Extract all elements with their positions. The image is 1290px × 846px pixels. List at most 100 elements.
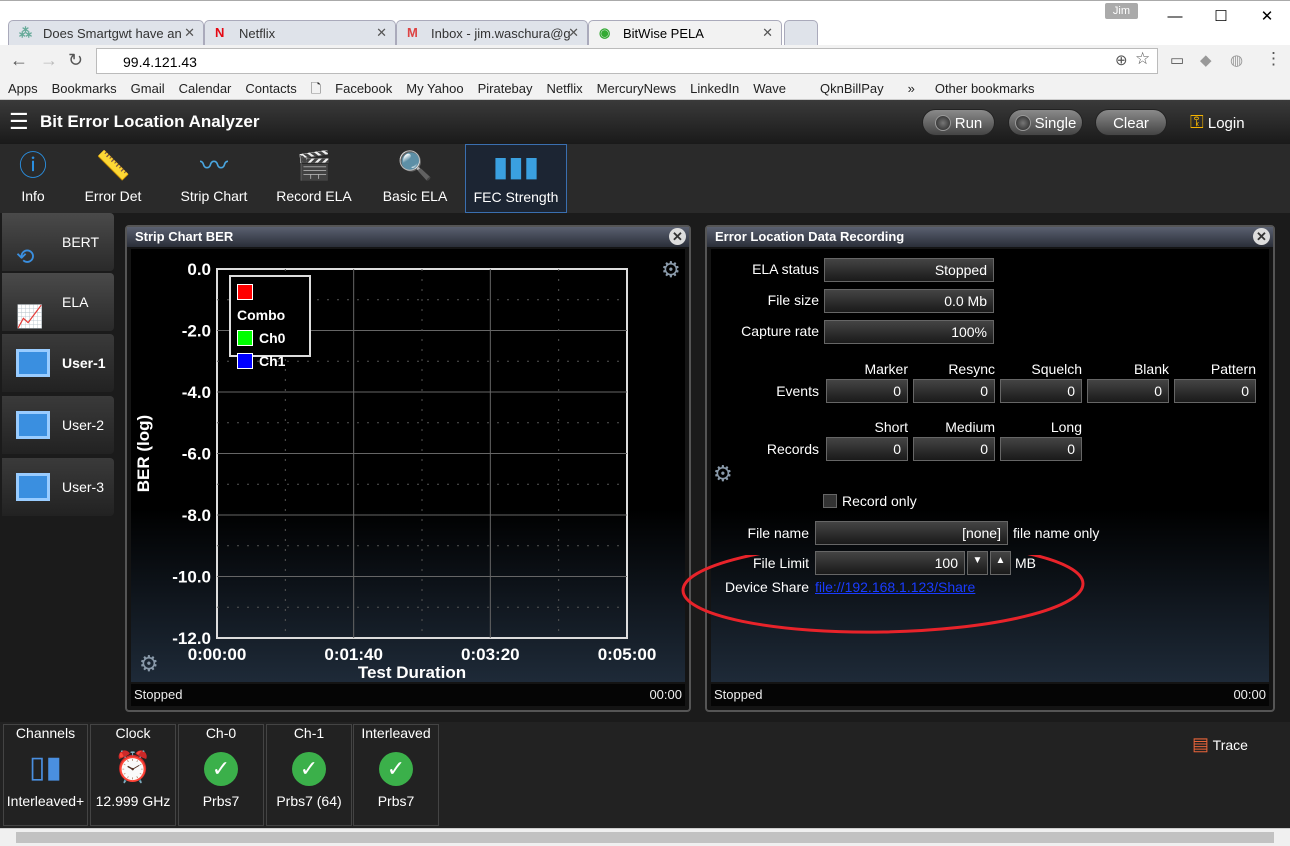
back-icon[interactable]: ← (10, 50, 28, 71)
legend-swatch (237, 330, 253, 346)
bookmark[interactable]: Apps (8, 78, 38, 99)
status-title: Ch-0 (205, 725, 237, 741)
bookmark-blank[interactable]: 🗋 (311, 78, 321, 99)
capture-rate-label: Capture rate (741, 323, 819, 339)
sidebar-item-ela[interactable]: 📈 ELA (2, 273, 114, 331)
close-panel-button[interactable]: ✕ (1253, 228, 1270, 245)
cast-icon[interactable]: ▭ (1170, 51, 1184, 69)
status-tile[interactable]: Channels ▯▮ Interleaved+ (3, 724, 88, 826)
sidebar-item-user-1[interactable]: User-1 (2, 334, 114, 392)
close-panel-button[interactable]: ✕ (669, 228, 686, 245)
event-count: 0 (1000, 379, 1082, 403)
event-name: Blank (1133, 361, 1169, 377)
trace-button[interactable]: ▤ Trace (1192, 734, 1248, 755)
event-name: Pattern (1210, 361, 1256, 377)
x-tick-label: 0:05:00 (598, 645, 657, 664)
tool-strip-chart[interactable]: 〰 Strip Chart (170, 144, 258, 213)
clear-button[interactable]: Clear (1095, 109, 1167, 136)
status-tile[interactable]: Clock ⏰ 12.999 GHz (90, 724, 176, 826)
new-tab-button[interactable] (784, 20, 818, 46)
scrollbar-thumb[interactable] (16, 832, 1274, 843)
tool-record-ela[interactable]: 🎬 Record ELA (270, 144, 358, 213)
bookmark[interactable]: MercuryNews (597, 78, 676, 99)
close-tab-icon[interactable]: ✕ (762, 25, 773, 41)
event-count: 0 (1174, 379, 1256, 403)
status-tile[interactable]: Ch-0 ✓ Prbs7 (178, 724, 264, 826)
status-tile[interactable]: Ch-1 ✓ Prbs7 (64) (266, 724, 352, 826)
forward-icon[interactable]: → (40, 50, 58, 71)
tool-fec-strength[interactable]: ▮▮▮ FEC Strength (465, 144, 567, 213)
sidebar-item-user-3[interactable]: User-3 (2, 458, 114, 516)
gear-icon[interactable]: ⚙ (661, 257, 681, 283)
url-input[interactable]: 99.4.121.43 (96, 48, 1158, 74)
clapper-icon: 🎬 (296, 150, 332, 181)
record-only-checkbox[interactable]: Record only (823, 493, 917, 509)
close-tab-icon[interactable]: ✕ (184, 25, 195, 41)
bookmarks-overflow[interactable]: » (908, 78, 915, 99)
key-icon: ⚿ (1190, 112, 1204, 132)
browser-tab[interactable]: ⁂ Does Smartgwt have an ✕ (8, 20, 204, 46)
y-tick-label: -10.0 (172, 568, 211, 587)
run-button[interactable]: Run (922, 109, 995, 136)
events-label: Events (776, 383, 819, 399)
tool-basic-ela[interactable]: 🔍 Basic ELA (375, 144, 455, 213)
bookmark[interactable]: Piratebay (478, 78, 533, 99)
panel-status-bar: Stopped 00:00 (131, 684, 685, 706)
single-button[interactable]: Single (1008, 109, 1083, 136)
tool-info[interactable]: ⓘ Info (5, 144, 61, 213)
horizontal-scrollbar[interactable] (0, 828, 1290, 846)
browser-tab-active[interactable]: ◉ BitWise PELA ✕ (588, 20, 782, 46)
login-button[interactable]: ⚿ Login (1190, 112, 1245, 133)
gear-icon[interactable]: ⚙ (713, 461, 733, 487)
close-tab-icon[interactable]: ✕ (568, 25, 579, 41)
menu-icon[interactable]: ⋮ (1265, 49, 1282, 69)
event-name: Marker (864, 361, 908, 377)
status-title: Channels (15, 725, 76, 741)
reload-icon[interactable]: ↻ (68, 50, 83, 71)
bookmark[interactable]: Netflix (547, 78, 583, 99)
bookmark[interactable]: QknBillPay (820, 78, 884, 99)
record-name: Short (874, 419, 908, 435)
led-icon (1014, 115, 1031, 131)
status-value: Prbs7 (64) (276, 793, 342, 809)
hamburger-menu-icon[interactable]: ☰ (9, 109, 29, 135)
close-tab-icon[interactable]: ✕ (376, 25, 387, 41)
info-icon: ⓘ (18, 150, 47, 181)
gear-icon[interactable]: ⚙ (139, 651, 159, 677)
browser-tab[interactable]: N Netflix ✕ (204, 20, 396, 46)
star-icon[interactable]: ☆ (1135, 49, 1150, 69)
bookmark[interactable]: Calendar (179, 78, 232, 99)
status-tile[interactable]: Interleaved ✓ Prbs7 (353, 724, 439, 826)
bookmark[interactable]: Bookmarks (52, 78, 117, 99)
bookmark[interactable]: Contacts (245, 78, 296, 99)
tool-error-det[interactable]: 📏 Error Det (75, 144, 151, 213)
minimize-icon[interactable]: — (1152, 1, 1198, 33)
dropbox-icon[interactable]: ◆ (1200, 51, 1212, 69)
close-icon[interactable]: ✕ (1244, 1, 1290, 33)
status-title: Interleaved (361, 725, 431, 741)
browser-tab[interactable]: M Inbox - jim.waschura@g ✕ (396, 20, 588, 46)
extension-icon[interactable]: ◍ (1230, 51, 1243, 69)
bookmark[interactable]: Wave (753, 78, 786, 99)
record-name: Long (1050, 419, 1082, 435)
sidebar: ⟲ BERT 📈 ELA User-1 User-2 User-3 (0, 213, 115, 720)
check-icon: ✓ (267, 743, 351, 793)
gmail-icon: M (407, 25, 418, 40)
status-title: Ch-1 (293, 725, 325, 741)
address-bar-row: ← → ↻ 99.4.121.43 ⊕ ☆ ▭ ◆ ◍ ⋮ (0, 45, 1290, 78)
bookmark[interactable]: LinkedIn (690, 78, 739, 99)
panel-title: Strip Chart BER (127, 227, 689, 247)
other-bookmarks[interactable]: Other bookmarks (935, 78, 1035, 99)
status-bar: Channels ▯▮ Interleaved+ Clock ⏰ 12.999 GHz Ch… (0, 722, 1290, 828)
zoom-icon[interactable]: ⊕ (1115, 51, 1128, 69)
bookmark[interactable]: Facebook (335, 78, 392, 99)
bookmark[interactable]: Gmail (131, 78, 165, 99)
bookmark[interactable]: My Yahoo (406, 78, 463, 99)
checkbox-box[interactable] (823, 494, 837, 508)
profile-badge[interactable]: Jim (1104, 3, 1138, 19)
sidebar-item-user-2[interactable]: User-2 (2, 396, 114, 454)
sidebar-item-bert[interactable]: ⟲ BERT (2, 213, 114, 271)
file-name-input[interactable]: [none] (815, 521, 1008, 545)
layout-icon (16, 411, 50, 439)
maximize-icon[interactable]: ☐ (1198, 1, 1244, 33)
